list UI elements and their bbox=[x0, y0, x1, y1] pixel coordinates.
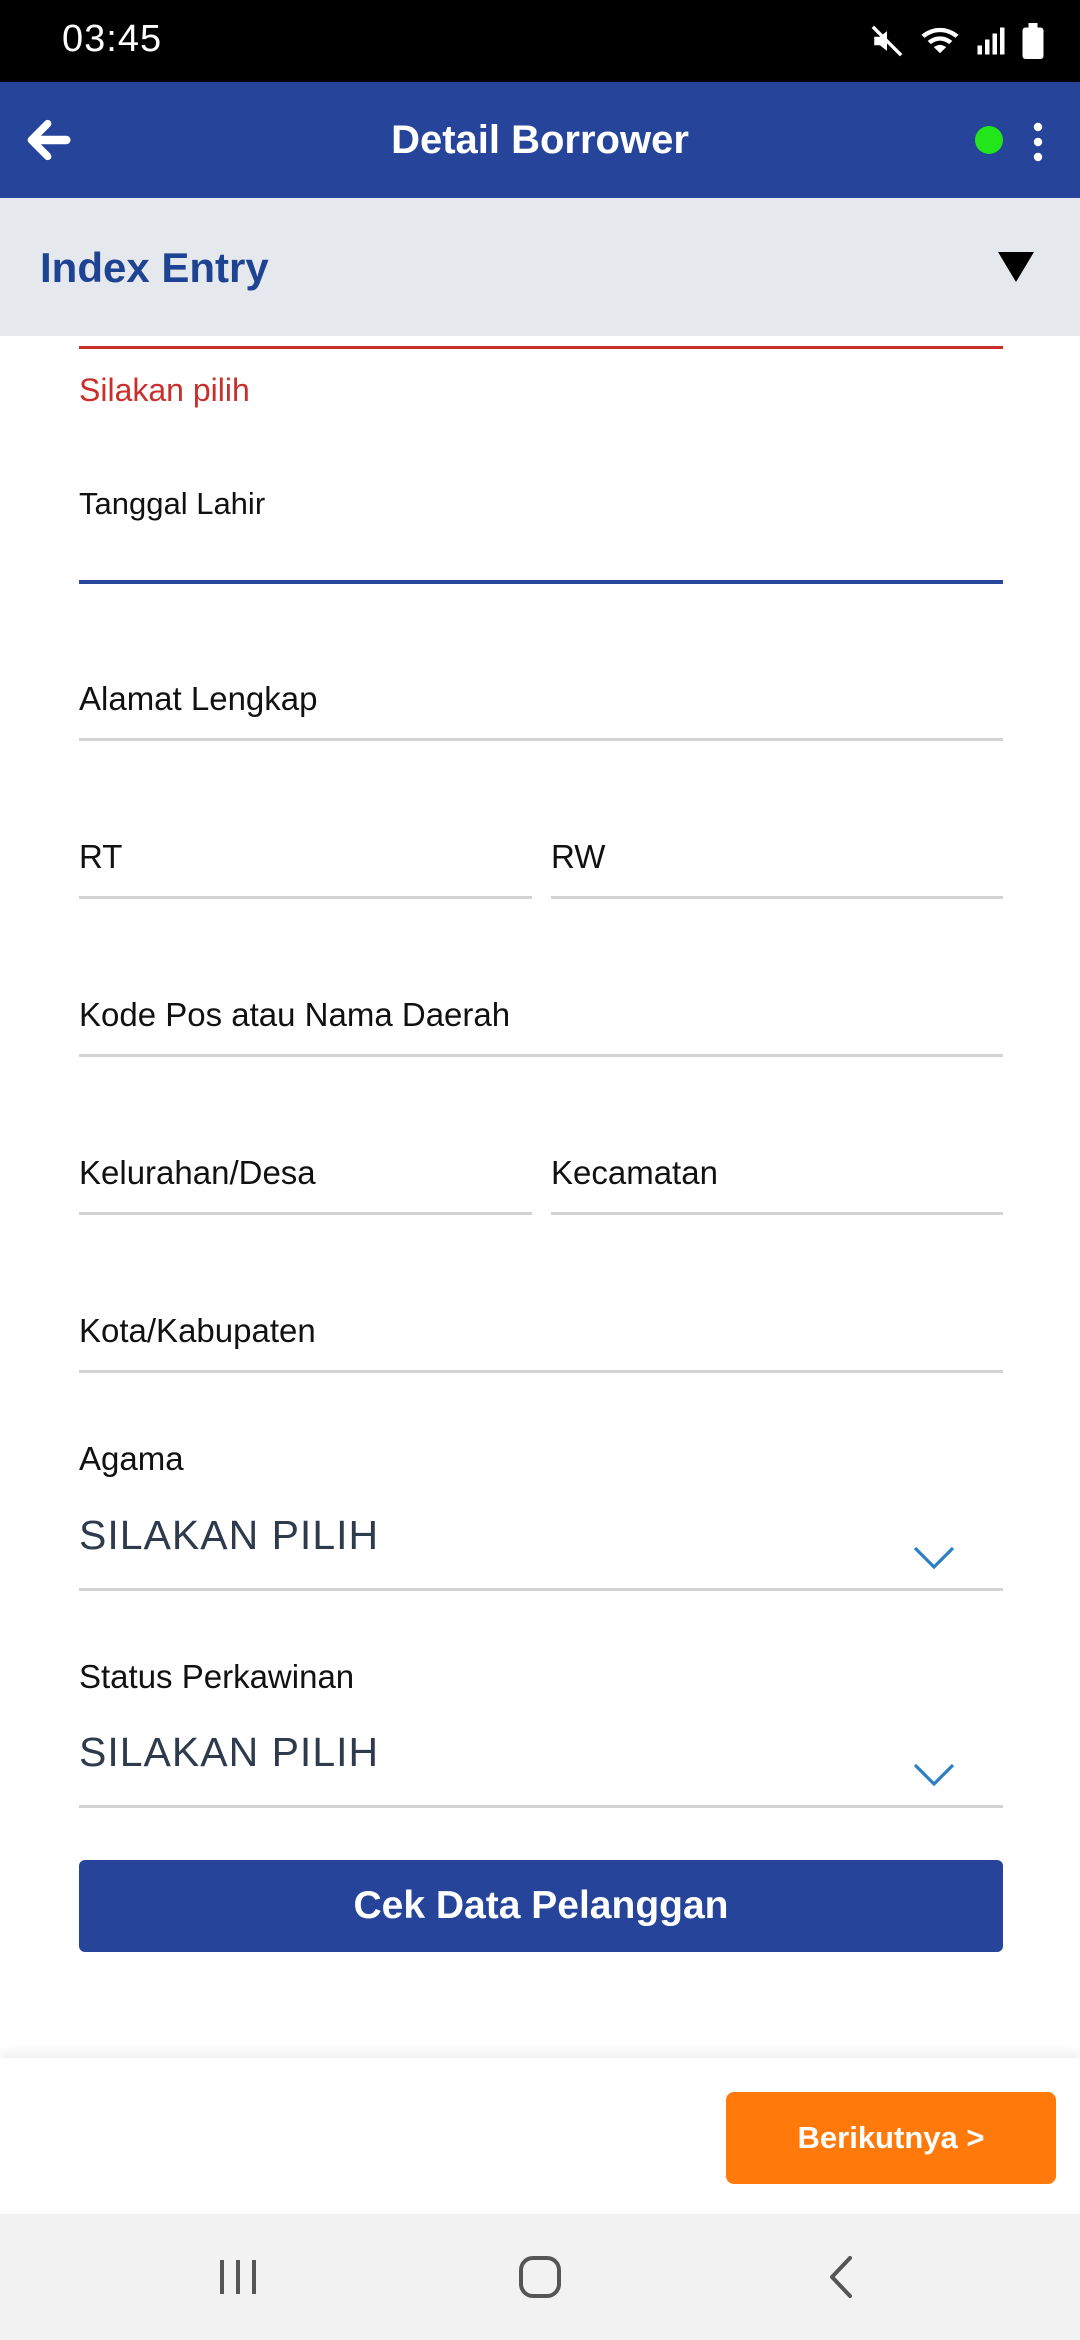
marital-status-label: Status Perkawinan bbox=[79, 1658, 355, 1695]
home-icon[interactable] bbox=[516, 2254, 566, 2300]
wifi-icon bbox=[921, 27, 959, 54]
birth-date-label: Tanggal Lahir bbox=[79, 486, 266, 521]
rw-field[interactable] bbox=[551, 896, 1003, 899]
bottom-action-bar: Berikutnya > bbox=[0, 2058, 1080, 2214]
city-field[interactable] bbox=[79, 1370, 1003, 1373]
index-entry-header[interactable]: Index Entry bbox=[0, 198, 1080, 336]
rw-field-label: RW bbox=[551, 838, 606, 875]
village-field[interactable] bbox=[79, 1212, 532, 1215]
address-field-label: Alamat Lengkap bbox=[79, 680, 318, 717]
marital-status-select[interactable]: SILAKAN PILIH bbox=[79, 1729, 379, 1776]
signal-icon bbox=[977, 27, 1005, 55]
chevron-down-icon[interactable] bbox=[912, 1761, 956, 1789]
next-button[interactable]: Berikutnya > bbox=[726, 2092, 1056, 2184]
error-message: Silakan pilih bbox=[79, 372, 250, 408]
status-time: 03:45 bbox=[62, 18, 163, 60]
address-field[interactable] bbox=[79, 738, 1003, 741]
religion-label: Agama bbox=[79, 1440, 184, 1477]
system-navigation-bar bbox=[0, 2214, 1080, 2340]
recent-apps-icon[interactable] bbox=[214, 2254, 264, 2300]
borrower-form: Silakan pilih Tanggal Lahir Alamat Lengk… bbox=[0, 336, 1080, 2058]
app-bar: Detail Borrower bbox=[0, 82, 1080, 198]
section-title: Index Entry bbox=[40, 244, 269, 291]
online-status-indicator bbox=[975, 126, 1003, 154]
status-bar: 03:45 bbox=[0, 0, 1080, 82]
status-icons bbox=[870, 18, 1044, 64]
back-icon[interactable] bbox=[818, 2254, 868, 2300]
collapse-triangle-icon[interactable] bbox=[996, 250, 1036, 284]
postal-field[interactable] bbox=[79, 1054, 1003, 1057]
rt-field[interactable] bbox=[79, 896, 532, 899]
village-field-label: Kelurahan/Desa bbox=[79, 1154, 316, 1191]
birth-date-field[interactable] bbox=[79, 580, 1003, 584]
more-options-icon[interactable] bbox=[1024, 122, 1052, 162]
religion-select[interactable]: SILAKAN PILIH bbox=[79, 1512, 379, 1559]
battery-icon bbox=[1022, 23, 1044, 59]
district-field-label: Kecamatan bbox=[551, 1154, 718, 1191]
district-field[interactable] bbox=[551, 1212, 1003, 1215]
chevron-down-icon[interactable] bbox=[912, 1544, 956, 1572]
check-customer-data-button[interactable]: Cek Data Pelanggan bbox=[79, 1860, 1003, 1952]
marital-status-underline bbox=[79, 1805, 1003, 1808]
page-title: Detail Borrower bbox=[391, 118, 689, 162]
mute-icon bbox=[871, 25, 903, 57]
religion-underline bbox=[79, 1588, 1003, 1591]
rt-field-label: RT bbox=[79, 838, 123, 875]
city-field-label: Kota/Kabupaten bbox=[79, 1312, 316, 1349]
postal-field-label: Kode Pos atau Nama Daerah bbox=[79, 996, 511, 1033]
previous-field-underline bbox=[79, 346, 1003, 349]
